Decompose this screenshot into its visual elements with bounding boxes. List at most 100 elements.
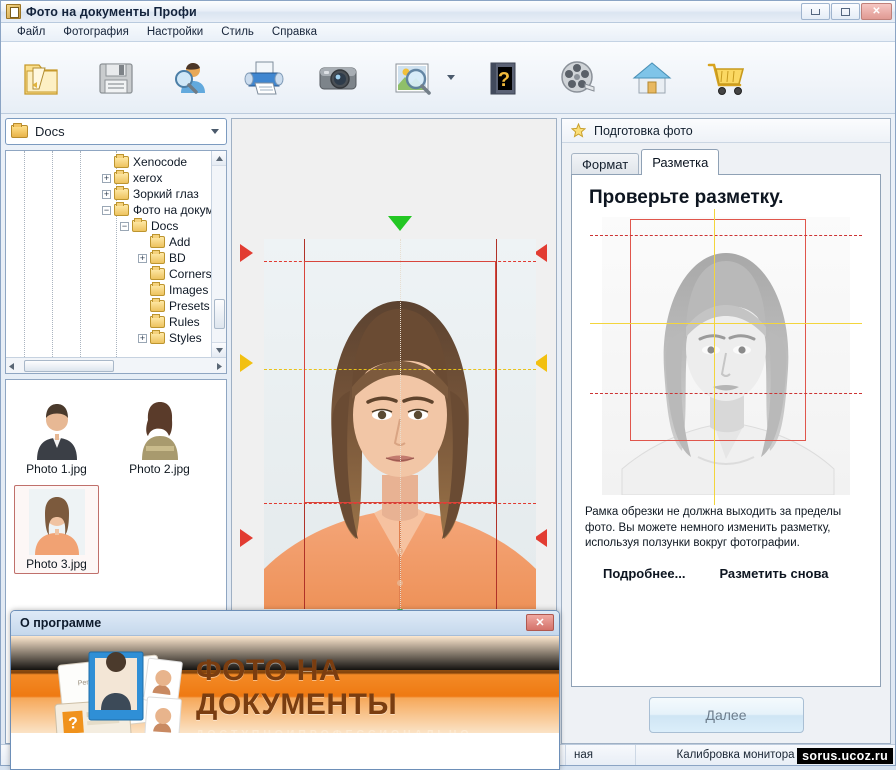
next-button[interactable]: Далее (648, 697, 804, 733)
red-right-triangle-handle-top[interactable] (240, 244, 253, 262)
close-icon: ✕ (872, 6, 881, 17)
about-close-button[interactable]: ✕ (526, 614, 554, 631)
preview-image-button[interactable] (385, 51, 439, 105)
tree-horizontal-scrollbar[interactable] (6, 357, 226, 373)
menu-item-photo[interactable]: Фотография (55, 24, 137, 40)
buy-button[interactable] (699, 51, 753, 105)
camera-button[interactable] (311, 51, 365, 105)
menu-bar: Файл Фотография Настройки Стиль Справка (1, 23, 895, 42)
open-folder-icon (24, 63, 58, 95)
tree-item-label: Docs (151, 219, 179, 233)
site-watermark: sorus.ucoz.ru (797, 748, 893, 764)
markup-preview[interactable] (590, 209, 862, 505)
thumbnail-label: Photo 1.jpg (26, 462, 87, 476)
about-dialog-titlebar: О программе ✕ (11, 611, 559, 636)
tab-heading: Проверьте разметку. (589, 187, 784, 208)
find-person-button[interactable] (163, 51, 217, 105)
scroll-up-arrow-icon[interactable] (211, 151, 226, 166)
open-folder-button[interactable] (15, 51, 69, 105)
chin-guide (264, 503, 536, 504)
about-banner-title: ФОТО НА ДОКУМЕНТЫ (196, 654, 398, 721)
tree-item-label: BD (169, 251, 186, 265)
tree-item[interactable]: + xerox (102, 170, 226, 186)
red-right-triangle-handle-bottom[interactable] (240, 529, 253, 547)
folder-path-combobox[interactable]: Docs (5, 118, 227, 145)
folder-icon (150, 298, 165, 312)
thumbnail-label: Photo 3.jpg (26, 557, 87, 571)
folder-tree[interactable]: Xenocode + xerox + Зоркий глаз − Фото на докум… (6, 151, 226, 357)
folder-icon (150, 250, 165, 264)
thumbnail-image (28, 489, 85, 555)
scroll-down-arrow-icon[interactable] (211, 342, 226, 357)
print-button[interactable] (237, 51, 291, 105)
tree-scroll-thumb[interactable] (214, 299, 225, 329)
menu-item-style[interactable]: Стиль (213, 24, 262, 40)
crop-rectangle[interactable] (304, 261, 496, 503)
window-title: Фото на документы Профи (26, 4, 197, 19)
video-lesson-button[interactable] (551, 51, 605, 105)
tree-item[interactable]: + Зоркий глаз (102, 186, 226, 202)
remark-again-link[interactable]: Разметить снова (719, 566, 828, 581)
maximize-icon (841, 7, 850, 16)
thumbnail-image (131, 394, 188, 460)
right-column: Подготовка фото Формат Разметка Проверьт… (561, 118, 891, 744)
preview-dropdown-button[interactable] (445, 51, 457, 105)
crop-right-guide (496, 239, 497, 609)
menu-item-help[interactable]: Справка (264, 24, 325, 40)
save-button[interactable] (89, 51, 143, 105)
folder-icon (150, 330, 165, 344)
yellow-right-triangle-handle-mid[interactable] (240, 354, 253, 372)
expand-icon[interactable]: + (138, 253, 147, 263)
scroll-right-arrow-icon[interactable] (217, 359, 222, 373)
menu-item-file[interactable]: Файл (9, 24, 53, 40)
home-button[interactable] (625, 51, 679, 105)
collapse-icon[interactable]: − (120, 221, 129, 231)
tree-vertical-scrollbar[interactable] (211, 151, 226, 357)
maximize-button[interactable] (831, 3, 860, 20)
film-reel-icon (561, 60, 595, 93)
tree-item-label: Styles (169, 331, 202, 345)
menu-item-settings[interactable]: Настройки (139, 24, 211, 40)
thumbnails-grid: Photo 1.jpg Photo 2.jpg Photo 3.jpg (14, 390, 218, 574)
thumbnail-item[interactable]: Photo 2.jpg (117, 390, 202, 479)
folder-icon (114, 202, 129, 216)
tab-format[interactable]: Формат (571, 153, 640, 175)
green-down-triangle-handle[interactable] (388, 216, 412, 231)
minimize-button[interactable] (801, 3, 830, 20)
folder-icon (150, 314, 165, 328)
chevron-down-icon[interactable] (206, 129, 224, 134)
tree-item-label: xerox (133, 171, 163, 185)
collapse-icon[interactable]: − (102, 205, 111, 215)
tree-item[interactable]: − Фото на докум (102, 202, 226, 218)
scroll-left-arrow-icon[interactable] (9, 359, 14, 373)
shopping-cart-icon (707, 63, 745, 95)
more-details-link[interactable]: Подробнее... (603, 566, 685, 581)
action-links: Подробнее... Разметить снова (585, 566, 867, 581)
folder-icon (150, 282, 165, 296)
thumbnail-item[interactable]: Photo 3.jpg (14, 485, 99, 574)
close-button[interactable]: ✕ (861, 3, 892, 20)
preparation-panel: Подготовка фото Формат Разметка Проверьт… (561, 118, 891, 744)
tree-hscroll-thumb[interactable] (24, 360, 114, 372)
status-cell-middle: ная (566, 745, 636, 765)
folder-icon (114, 170, 129, 184)
expand-icon[interactable]: + (138, 333, 147, 343)
photo-with-markup[interactable] (264, 239, 536, 609)
window-controls: ✕ (801, 3, 892, 20)
about-banner: Personal ID ? ФОТО НА ДОКУМЕНТЫ (11, 636, 559, 733)
thumbnail-item[interactable]: Photo 1.jpg (14, 390, 99, 479)
tree-item[interactable]: Xenocode (102, 154, 226, 170)
markup-description: Рамка обрезки не должна выходить за пред… (585, 506, 842, 550)
about-dialog-title: О программе (20, 616, 102, 630)
help-book-button[interactable]: ? (477, 51, 531, 105)
camera-icon (319, 67, 357, 89)
expand-icon[interactable]: + (102, 173, 111, 183)
folder-tree-items: Xenocode + xerox + Зоркий глаз − Фото на докум… (102, 154, 226, 346)
tab-markup[interactable]: Разметка (641, 149, 720, 175)
help-book-icon: ? (490, 62, 516, 94)
expand-icon[interactable]: + (102, 189, 111, 199)
